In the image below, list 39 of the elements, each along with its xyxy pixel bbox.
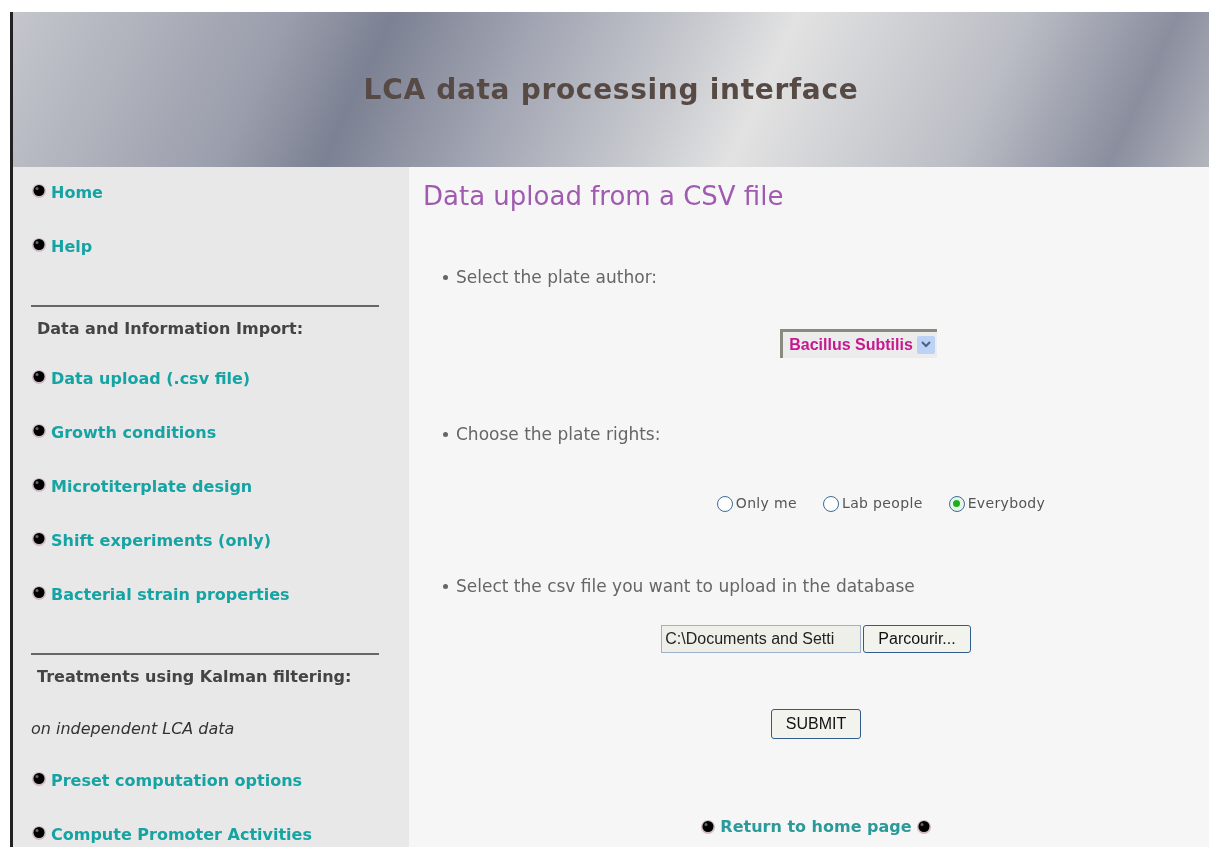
submit-button[interactable]: SUBMIT [770, 708, 862, 739]
bullet-icon [31, 771, 47, 787]
nav-link[interactable]: Data upload (.csv file) [51, 369, 251, 389]
bullet-icon [31, 585, 47, 601]
radio-label: Lab people [842, 494, 923, 513]
form-prompt: Select the csv file you want to upload in the database [456, 575, 915, 598]
radio-button[interactable] [823, 495, 839, 512]
radio-button[interactable] [948, 495, 965, 512]
file-path-field[interactable]: C:\Documents and Setti [661, 624, 862, 653]
return-home-link[interactable]: Return to home page [720, 814, 912, 839]
nav-link[interactable]: Microtiterplate design [51, 477, 253, 497]
nav-link[interactable]: Home [51, 183, 103, 203]
form-prompt: Choose the plate rights: [456, 422, 661, 446]
bullet-icon [31, 825, 47, 841]
nav-link[interactable]: Bacterial strain properties [51, 585, 290, 605]
form-prompt: Select the plate author: [456, 266, 658, 289]
nav-link[interactable]: Compute Promoter Activities [51, 825, 312, 845]
bullet-icon [31, 531, 47, 547]
author-select[interactable]: Bacillus Subtilis [780, 328, 937, 358]
section-note: on independent LCA data [31, 719, 235, 738]
nav-link[interactable]: Help [51, 237, 93, 257]
radio-label: Only me [735, 494, 797, 513]
nav-link[interactable]: Shift experiments (only) [51, 531, 271, 551]
section-heading: Treatments using Kalman filtering: [37, 667, 352, 686]
nav-link[interactable]: Preset computation options [51, 771, 303, 791]
bullet-icon [31, 183, 47, 199]
bullet-icon [31, 477, 47, 493]
page-title: LCA data processing interface [363, 71, 859, 108]
radio-label: Everybody [967, 494, 1046, 513]
browse-button[interactable]: Parcourir... [863, 624, 971, 653]
page-heading: Data upload from a CSV file [423, 180, 785, 213]
bullet-icon [915, 818, 932, 835]
radio-button[interactable] [716, 495, 733, 512]
bullet-icon [31, 423, 47, 439]
bullet-icon [31, 237, 47, 253]
bullet-icon [31, 369, 47, 385]
nav-link[interactable]: Growth conditions [51, 423, 217, 443]
section-heading: Data and Information Import: [37, 319, 304, 338]
bullet-icon [700, 818, 717, 835]
